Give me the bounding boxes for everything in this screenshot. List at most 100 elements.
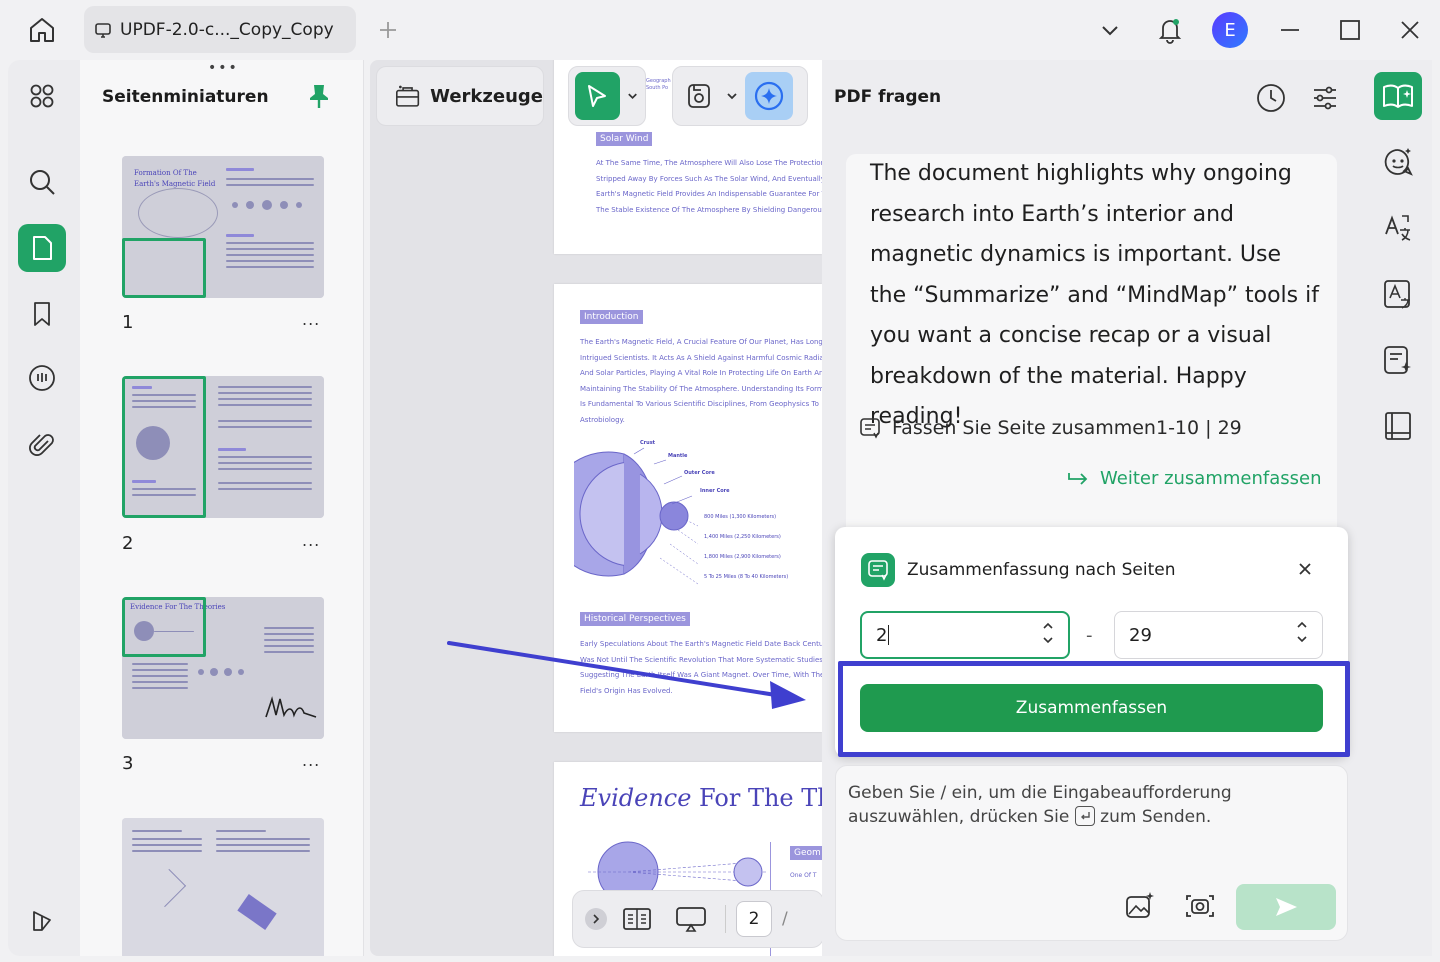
tools-button[interactable]: Werkzeuge bbox=[376, 66, 544, 126]
thumbnail-more-button[interactable]: ... bbox=[302, 751, 320, 770]
search-icon bbox=[30, 170, 55, 195]
rail-summarize-button[interactable] bbox=[1374, 336, 1422, 384]
image-sparkle-icon bbox=[1126, 892, 1154, 918]
to-page-stepper[interactable] bbox=[1296, 619, 1308, 645]
summary-icon bbox=[860, 418, 880, 439]
page-icon bbox=[33, 236, 52, 260]
minimize-icon bbox=[1281, 29, 1299, 31]
intro-text-block: The Earth's Magnetic Field, A Crucial Fe… bbox=[580, 338, 822, 424]
rail-search-button[interactable] bbox=[18, 158, 66, 206]
close-icon bbox=[1299, 563, 1311, 575]
presentation-button[interactable] bbox=[667, 899, 715, 939]
save-button[interactable] bbox=[679, 72, 719, 120]
rail-chat-pdf-button[interactable] bbox=[1374, 72, 1422, 120]
thumbnail-page-2[interactable] bbox=[122, 376, 324, 518]
thumbnail-page-3[interactable]: Evidence For The Theories bbox=[122, 597, 324, 739]
chevron-down-icon bbox=[1043, 637, 1053, 644]
side-text: One Of T bbox=[790, 872, 817, 879]
ai-assistant-button[interactable] bbox=[745, 72, 793, 120]
section-badge-geom: Geom bbox=[790, 846, 822, 860]
enter-key-icon bbox=[1074, 806, 1095, 826]
dialog-icon bbox=[861, 553, 895, 587]
page-layout-button[interactable] bbox=[617, 899, 657, 939]
rail-bookmarks-button[interactable] bbox=[18, 290, 66, 338]
dialog-title: Zusammenfassung nach Seiten bbox=[907, 560, 1176, 580]
thumbnail-more-button[interactable]: ... bbox=[302, 310, 320, 329]
presentation-icon bbox=[676, 907, 706, 932]
chevron-up-icon bbox=[1043, 622, 1053, 629]
book-layout-icon bbox=[623, 908, 651, 930]
rail-translate-button[interactable] bbox=[1374, 204, 1422, 252]
panel-drag-handle[interactable]: ••• bbox=[208, 60, 239, 76]
page-summary-dialog: Zusammenfassung nach Seiten 2 - 29 Zusam… bbox=[835, 527, 1350, 757]
ai-panel-title: PDF fragen bbox=[834, 87, 942, 107]
thumbnail-page-1[interactable]: Formation Of The Earth's Magnetic Field bbox=[122, 156, 324, 298]
to-page-input[interactable]: 29 bbox=[1114, 611, 1323, 659]
home-button[interactable] bbox=[20, 10, 64, 50]
thumbnail-more-button[interactable]: ... bbox=[302, 531, 320, 550]
rail-thumbnails-button[interactable] bbox=[18, 224, 66, 272]
image-upload-button[interactable] bbox=[1120, 886, 1160, 926]
clock-icon bbox=[1257, 84, 1285, 112]
maximize-icon bbox=[1340, 20, 1360, 40]
history-button[interactable] bbox=[1249, 76, 1293, 120]
page-3-title: Evidence For The Theor bbox=[580, 784, 822, 812]
account-button[interactable]: E bbox=[1200, 0, 1260, 60]
rail-layers-button[interactable] bbox=[18, 896, 66, 944]
thumbnail-label-3: 3 bbox=[122, 753, 134, 774]
continue-summary-button[interactable]: Weiter zusammenfassen bbox=[1066, 468, 1322, 489]
from-page-stepper[interactable] bbox=[1042, 620, 1054, 646]
page-separator: / bbox=[782, 909, 788, 929]
document-tab[interactable]: UPDF-2.0-c..._Copy_Copy bbox=[84, 6, 356, 53]
notifications-button[interactable] bbox=[1140, 0, 1200, 60]
thumbnail-panel-title: Seitenminiaturen bbox=[102, 87, 269, 107]
summarize-button[interactable]: Zusammenfassen bbox=[860, 684, 1323, 732]
chevron-down-icon[interactable] bbox=[626, 89, 639, 103]
prompt-input[interactable]: Geben Sie / ein, um die Eingabeaufforder… bbox=[835, 765, 1348, 941]
historical-text-block: Early Speculations About The Earth's Mag… bbox=[580, 640, 822, 695]
chevron-down-icon[interactable] bbox=[725, 89, 739, 103]
page-navigation-bar: 2 / bbox=[572, 890, 822, 948]
rail-reader-button[interactable] bbox=[1374, 402, 1422, 450]
page-number-input[interactable]: 2 bbox=[736, 901, 772, 937]
pdf-page-2: Introduction The Earth's Magnetic Field,… bbox=[554, 284, 822, 732]
return-arrow-icon bbox=[1068, 472, 1088, 485]
settings-button[interactable] bbox=[1303, 76, 1347, 120]
chevron-up-icon bbox=[1297, 621, 1307, 628]
cursor-icon bbox=[588, 85, 607, 107]
rail-ai-chat-button[interactable] bbox=[1374, 138, 1422, 186]
close-window-button[interactable] bbox=[1380, 0, 1440, 60]
select-tool-button[interactable] bbox=[575, 72, 620, 120]
collapse-bar-button[interactable] bbox=[585, 908, 607, 930]
from-page-input[interactable]: 2 bbox=[860, 611, 1070, 659]
diagram-label-outer-core: Outer Core bbox=[684, 470, 715, 476]
new-tab-button[interactable] bbox=[374, 16, 402, 44]
book-sparkle-icon bbox=[1383, 84, 1413, 108]
document-tab-title: UPDF-2.0-c..._Copy_Copy bbox=[120, 19, 334, 40]
dialog-close-button[interactable] bbox=[1293, 557, 1317, 581]
pin-button[interactable] bbox=[306, 82, 332, 114]
diagram-label-inner-core: Inner Core bbox=[700, 488, 730, 494]
ai-response-text: The document highlights why ongoing rese… bbox=[870, 161, 1319, 429]
screenshot-button[interactable] bbox=[1180, 886, 1220, 926]
bottom-edge bbox=[0, 956, 1440, 962]
dropdown-button[interactable] bbox=[1080, 0, 1140, 60]
paperclip-icon bbox=[29, 434, 54, 456]
diagram-measure: 1,400 Miles (2,250 Kilometers) bbox=[704, 534, 781, 540]
send-button[interactable] bbox=[1236, 884, 1336, 930]
maximize-button[interactable] bbox=[1320, 0, 1380, 60]
summary-reference: Fassen Sie Seite zusammen1-10 | 29 bbox=[858, 416, 1242, 440]
ai-chat-panel: PDF fragen The document highlights why o… bbox=[822, 60, 1366, 956]
rail-ocr-translate-button[interactable] bbox=[1374, 270, 1422, 318]
rail-comments-button[interactable] bbox=[18, 355, 66, 403]
document-viewer[interactable]: Geograph South Po Solar Wind At The Same… bbox=[370, 60, 822, 956]
minimize-button[interactable] bbox=[1260, 0, 1320, 60]
rail-attachments-button[interactable] bbox=[18, 421, 66, 469]
from-page-value: 2 bbox=[876, 624, 888, 646]
rail-apps-button[interactable] bbox=[18, 72, 66, 120]
section-badge: Solar Wind bbox=[596, 132, 653, 146]
page-text-block: At The Same Time, The Atmosphere Will Al… bbox=[596, 159, 822, 214]
book-icon bbox=[1385, 412, 1411, 440]
thumbnail-page-4[interactable] bbox=[122, 818, 324, 956]
summary-icon bbox=[868, 560, 888, 581]
